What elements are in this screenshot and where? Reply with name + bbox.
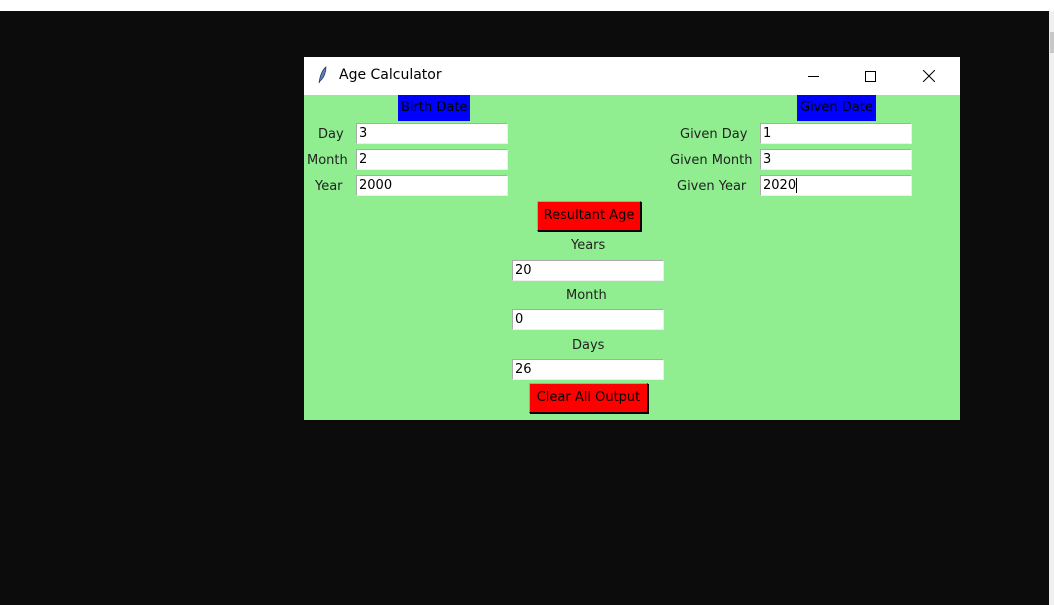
birth-month-input[interactable]: [356, 149, 508, 170]
years-label: Years: [571, 238, 606, 253]
age-calculator-window: Age Calculator Birth Date Day Month Year…: [304, 57, 960, 420]
minimize-icon: [807, 75, 819, 77]
maximize-button[interactable]: [847, 57, 893, 95]
title-bar[interactable]: Age Calculator: [304, 57, 960, 95]
days-label: Days: [572, 338, 605, 353]
day-label: Day: [318, 127, 344, 142]
given-year-label: Given Year: [677, 179, 747, 194]
month-label: Month: [307, 153, 348, 168]
years-output[interactable]: [512, 260, 664, 281]
year-label: Year: [315, 179, 343, 194]
scrollbar[interactable]: [1049, 11, 1054, 605]
close-button[interactable]: [906, 57, 952, 95]
top-strip: [0, 0, 1054, 11]
months-output[interactable]: [512, 309, 664, 330]
window-title: Age Calculator: [339, 67, 442, 83]
feather-icon: [318, 66, 327, 84]
clear-all-output-button[interactable]: Clear All Output: [529, 383, 648, 413]
resultant-age-button[interactable]: Resultant Age: [537, 201, 641, 231]
given-year-input[interactable]: 2020: [760, 175, 912, 196]
birth-date-header: Birth Date: [398, 95, 471, 121]
given-date-header: Given Date: [797, 95, 876, 121]
given-day-input[interactable]: [760, 123, 912, 144]
birth-day-input[interactable]: [356, 123, 508, 144]
maximize-icon: [864, 70, 876, 82]
birth-year-input[interactable]: [356, 175, 508, 196]
scrollbar-thumb[interactable]: [1050, 32, 1054, 53]
days-output[interactable]: [512, 359, 664, 380]
given-month-label: Given Month: [670, 153, 753, 168]
given-day-label: Given Day: [680, 127, 748, 142]
text-cursor: [796, 178, 798, 193]
given-month-input[interactable]: [760, 149, 912, 170]
months-label: Month: [566, 288, 607, 303]
close-icon: [923, 70, 935, 82]
minimize-button[interactable]: [790, 57, 836, 95]
given-year-value: 2020: [763, 178, 797, 193]
